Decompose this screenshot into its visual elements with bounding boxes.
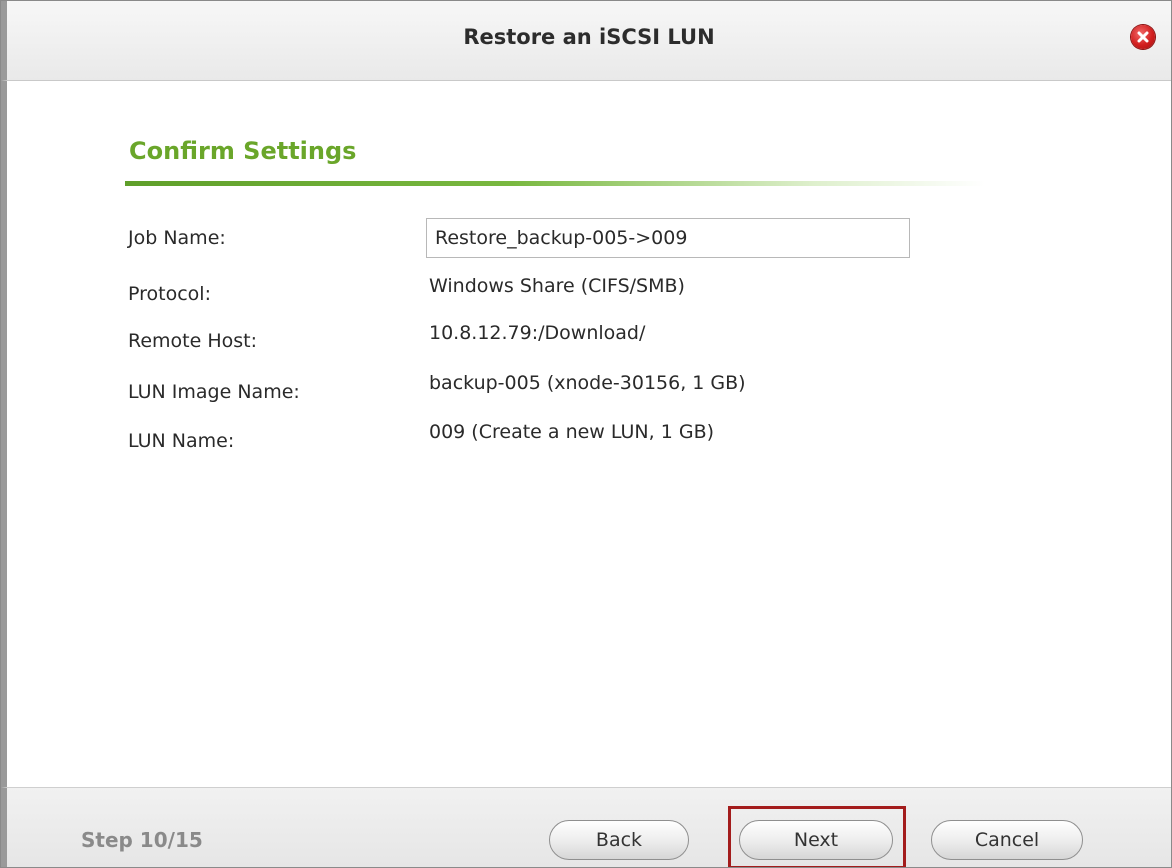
- dialog-left-edge: [1, 81, 7, 787]
- lun-image-name-value: backup-005 (xnode-30156, 1 GB): [429, 372, 746, 394]
- dialog-titlebar: Restore an iSCSI LUN: [1, 1, 1171, 81]
- back-button[interactable]: Back: [549, 820, 689, 860]
- protocol-value: Windows Share (CIFS/SMB): [429, 275, 685, 297]
- next-button-highlight: [728, 806, 906, 867]
- step-indicator: Step 10/15: [81, 828, 203, 852]
- lun-name-label: LUN Name:: [128, 430, 235, 452]
- section-title: Confirm Settings: [129, 137, 357, 165]
- remote-host-label: Remote Host:: [128, 330, 258, 352]
- lun-image-name-label: LUN Image Name:: [128, 381, 300, 403]
- cancel-button[interactable]: Cancel: [931, 820, 1083, 860]
- restore-lun-dialog: Restore an iSCSI LUN Confirm Settings Jo…: [0, 0, 1172, 868]
- protocol-label: Protocol:: [128, 283, 211, 305]
- job-name-label: Job Name:: [128, 227, 226, 249]
- remote-host-value: 10.8.12.79:/Download/: [429, 322, 646, 344]
- section-divider: [125, 181, 985, 186]
- lun-name-value: 009 (Create a new LUN, 1 GB): [429, 421, 715, 443]
- close-icon[interactable]: [1131, 25, 1155, 49]
- job-name-input[interactable]: [426, 218, 910, 258]
- dialog-title: Restore an iSCSI LUN: [463, 25, 715, 49]
